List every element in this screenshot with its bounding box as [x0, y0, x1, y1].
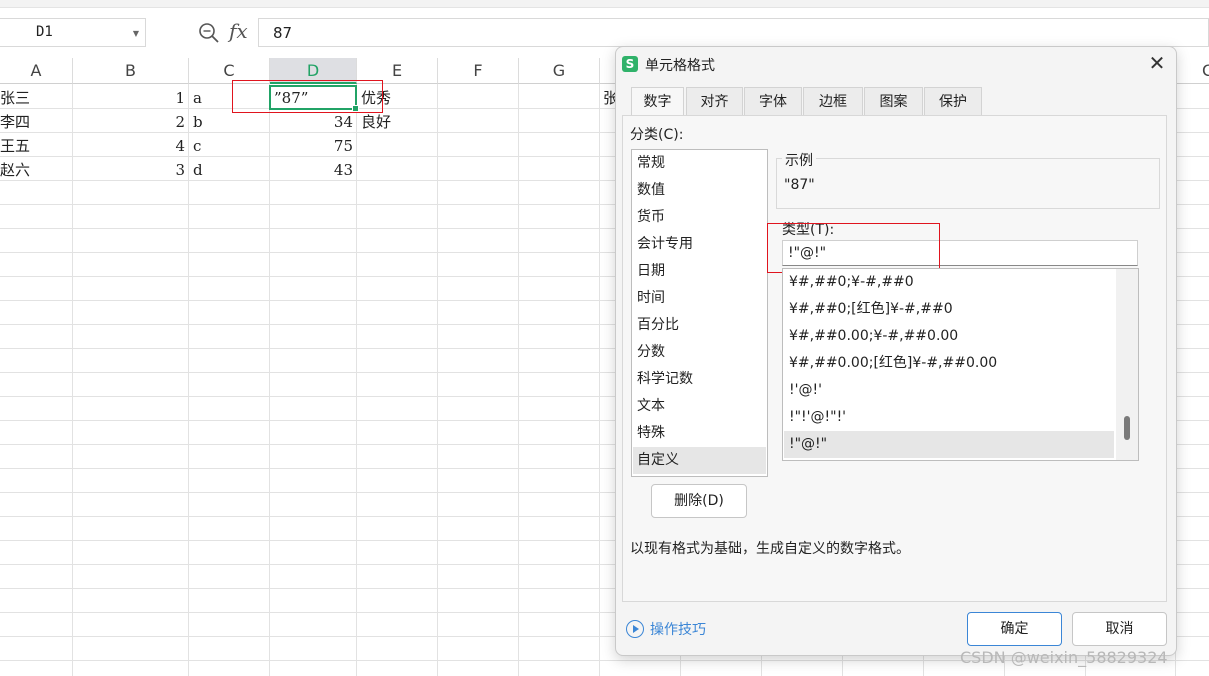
- category-item-scientific[interactable]: 科学记数: [633, 366, 766, 393]
- category-item-custom[interactable]: 自定义: [633, 447, 766, 474]
- annotation-box: [767, 223, 940, 273]
- description-text: 以现有格式为基础，生成自定义的数字格式。: [630, 541, 910, 557]
- tab-pattern[interactable]: 图案: [864, 87, 923, 115]
- function-icon[interactable]: fx: [229, 19, 248, 43]
- scrollbar-thumb[interactable]: [1124, 416, 1130, 440]
- cell-a3[interactable]: 王五: [0, 134, 60, 158]
- cell-d3[interactable]: 75: [270, 134, 357, 158]
- cell-a2[interactable]: 李四: [0, 110, 60, 134]
- cell-a1[interactable]: 张三: [0, 86, 60, 110]
- category-item-fraction[interactable]: 分数: [633, 339, 766, 366]
- cell-e2[interactable]: 良好: [361, 110, 431, 134]
- format-item[interactable]: ¥#,##0;[红色]¥-#,##0: [784, 296, 1114, 323]
- column-header-next[interactable]: C: [1176, 58, 1209, 84]
- cell-d2[interactable]: 34: [270, 110, 357, 134]
- cell-b4[interactable]: 3: [73, 158, 189, 182]
- cell-b1[interactable]: 1: [73, 86, 189, 110]
- category-list[interactable]: 常规 数值 货币 会计专用 日期 时间 百分比 分数 科学记数 文本 特殊 自定…: [631, 149, 768, 477]
- format-list[interactable]: ¥#,##0;¥-#,##0 ¥#,##0;[红色]¥-#,##0 ¥#,##0…: [782, 268, 1139, 461]
- category-item-special[interactable]: 特殊: [633, 420, 766, 447]
- category-item-percentage[interactable]: 百分比: [633, 312, 766, 339]
- format-item[interactable]: !"!'@!"!': [784, 404, 1114, 431]
- cell-b3[interactable]: 4: [73, 134, 189, 158]
- chevron-down-icon[interactable]: ▼: [133, 29, 139, 38]
- cell-d4[interactable]: 43: [270, 158, 357, 182]
- category-item-general[interactable]: 常规: [633, 150, 766, 177]
- cell-a4[interactable]: 赵六: [0, 158, 60, 182]
- zoom-icon[interactable]: [198, 22, 220, 44]
- tips-link[interactable]: 操作技巧: [626, 619, 706, 639]
- column-header-a[interactable]: A: [0, 58, 73, 84]
- window-top-strip: [0, 0, 1209, 8]
- category-item-number[interactable]: 数值: [633, 177, 766, 204]
- app-logo-icon: S: [622, 56, 638, 72]
- sample-group: [776, 158, 1160, 209]
- tab-border[interactable]: 边框: [803, 87, 863, 115]
- tab-protection[interactable]: 保护: [924, 87, 982, 115]
- dialog-title: 单元格格式: [645, 58, 715, 74]
- format-cells-dialog: S 单元格格式 ✕ 数字 对齐 字体 边框 图案 保护 分类(C): 常规 数值…: [615, 46, 1177, 656]
- column-header-f[interactable]: F: [438, 58, 519, 84]
- cell-c2[interactable]: b: [193, 110, 263, 134]
- annotation-box: [232, 80, 383, 113]
- format-item-selected[interactable]: !"@!": [784, 431, 1114, 458]
- category-item-text[interactable]: 文本: [633, 393, 766, 420]
- play-circle-icon: [626, 620, 644, 638]
- category-item-time[interactable]: 时间: [633, 285, 766, 312]
- cancel-button[interactable]: 取消: [1072, 612, 1167, 646]
- name-box[interactable]: D1 ▼: [0, 18, 146, 47]
- cell-c4[interactable]: d: [193, 158, 263, 182]
- sample-value: "87": [784, 177, 815, 193]
- format-item[interactable]: ¥#,##0;¥-#,##0: [784, 269, 1114, 296]
- category-label: 分类(C):: [630, 127, 684, 143]
- category-item-currency[interactable]: 货币: [633, 204, 766, 231]
- cell-c3[interactable]: c: [193, 134, 263, 158]
- tab-alignment[interactable]: 对齐: [686, 87, 743, 115]
- tips-link-label: 操作技巧: [650, 622, 706, 638]
- column-header-g[interactable]: G: [519, 58, 600, 84]
- format-list-scrollbar[interactable]: [1116, 269, 1138, 460]
- tab-font[interactable]: 字体: [744, 87, 802, 115]
- name-box-value: D1: [36, 24, 53, 40]
- format-item[interactable]: !'@!': [784, 377, 1114, 404]
- ok-button[interactable]: 确定: [967, 612, 1062, 646]
- delete-button[interactable]: 删除(D): [651, 484, 747, 518]
- category-item-date[interactable]: 日期: [633, 258, 766, 285]
- watermark: CSDN @weixin_58829324: [960, 648, 1168, 667]
- formula-value: 87: [273, 24, 293, 42]
- category-item-accounting[interactable]: 会计专用: [633, 231, 766, 258]
- cell-b2[interactable]: 2: [73, 110, 189, 134]
- sample-label: 示例: [782, 150, 816, 170]
- column-header-b[interactable]: B: [73, 58, 189, 84]
- formula-input[interactable]: 87: [258, 18, 1209, 47]
- format-item[interactable]: ¥#,##0.00;¥-#,##0.00: [784, 323, 1114, 350]
- format-item[interactable]: ¥#,##0.00;[红色]¥-#,##0.00: [784, 350, 1114, 377]
- tab-number[interactable]: 数字: [631, 87, 684, 116]
- close-icon[interactable]: ✕: [1146, 51, 1168, 75]
